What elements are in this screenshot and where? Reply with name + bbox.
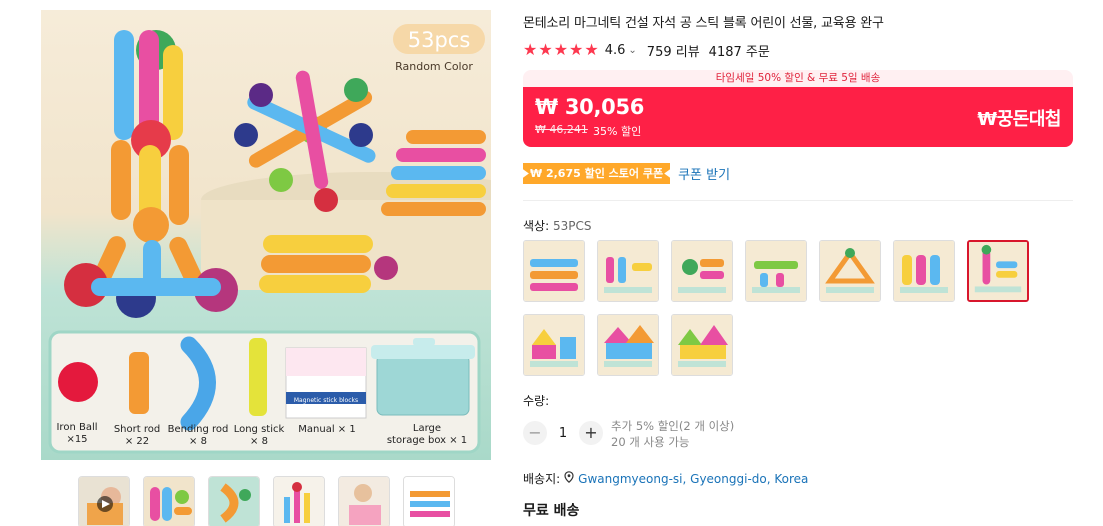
store-coupon-badge: ₩ 2,675 할인 스토어 쿠폰 <box>523 163 671 184</box>
event-logo: ₩꿍돈대첩 <box>977 109 1061 130</box>
stock-available-text: 20 개 사용 가능 <box>611 435 690 449</box>
main-product-image[interactable]: 53pcs Random Color Magnetic stick blocks… <box>41 10 491 460</box>
get-coupon-link[interactable]: 쿠폰 받기 <box>678 164 730 183</box>
product-title: 몬테소리 마그네틱 건설 자석 공 스틱 블록 어린이 선물, 교육용 완구 <box>523 16 884 31</box>
component-qty: × 8 <box>250 436 268 447</box>
color-option[interactable] <box>523 240 585 302</box>
divider <box>523 200 1073 201</box>
review-count-link[interactable]: 759 리뷰 <box>647 41 700 60</box>
star-icon: ★ <box>523 40 538 59</box>
shipping-location-link[interactable]: Gwangmyeong-si, Gyeonggi-do, Korea <box>578 472 808 486</box>
rating-row: ★ ★ ★ ★ ★ 4.6 ⌄ 759 리뷰 4187 주문 <box>523 41 770 60</box>
rating-value[interactable]: 4.6 <box>605 43 626 58</box>
rating-stars: ★ ★ ★ ★ ★ <box>523 42 599 58</box>
color-option[interactable] <box>671 314 733 376</box>
coupon-row: ₩ 2,675 할인 스토어 쿠폰 쿠폰 받기 <box>523 163 730 184</box>
free-shipping-title: 무료 배송 <box>523 503 580 519</box>
shipping-row: 배송지: Gwangmyeong-si, Gyeonggi-do, Korea <box>523 470 808 487</box>
component-label: Bending rod <box>168 424 229 435</box>
quantity-stepper: − 1 + <box>523 421 603 445</box>
increase-quantity-button[interactable]: + <box>579 421 603 445</box>
star-icon: ★ <box>569 40 584 59</box>
component-qty: storage box × 1 <box>387 435 467 446</box>
pcs-badge-text: 53pcs <box>408 28 471 52</box>
manual-title-text: Magnetic stick blocks <box>294 397 358 404</box>
component-label: Iron Ball <box>56 422 97 433</box>
color-option[interactable] <box>819 240 881 302</box>
quantity-value[interactable]: 1 <box>547 426 579 441</box>
decrease-quantity-button[interactable]: − <box>523 421 547 445</box>
component-label: Manual × 1 <box>298 424 355 435</box>
bulk-discount-text: 추가 5% 할인(2 개 이상) <box>611 419 735 433</box>
order-count: 4187 주문 <box>708 44 770 60</box>
color-label: 색상: 53PCS <box>523 217 591 234</box>
star-icon: ★ <box>584 40 599 59</box>
star-icon: ★ <box>553 40 569 59</box>
color-selected-value: 53PCS <box>552 219 592 233</box>
random-color-text: Random Color <box>395 60 473 73</box>
quantity-label: 수량: <box>523 394 550 408</box>
thumbnail[interactable] <box>403 476 455 526</box>
component-qty: × 22 <box>125 436 149 447</box>
color-swatches <box>523 240 1043 376</box>
component-label: Long stick <box>234 424 285 435</box>
component-label: Short rod <box>114 424 160 435</box>
discount-percent: 35% 할인 <box>593 125 642 138</box>
component-qty: × 8 <box>189 436 207 447</box>
color-option[interactable] <box>671 240 733 302</box>
thumbnail[interactable] <box>338 476 390 526</box>
color-option[interactable] <box>745 240 807 302</box>
color-label-text: 색상: <box>523 219 553 233</box>
original-price: ₩ 46,241 <box>535 123 588 136</box>
location-pin-icon <box>564 471 574 486</box>
price-box: ₩ 30,056 ₩ 46,241 35% 할인 ₩꿍돈대첩 <box>523 87 1073 147</box>
thumbnail-strip <box>78 476 455 526</box>
thumbnail[interactable] <box>208 476 260 526</box>
color-option[interactable] <box>523 314 585 376</box>
thumbnail-video[interactable] <box>78 476 130 526</box>
color-option-selected[interactable] <box>967 240 1029 302</box>
thumbnail[interactable] <box>143 476 195 526</box>
shipping-label: 배송지: <box>523 472 561 486</box>
quantity-info: 추가 5% 할인(2 개 이상) 20 개 사용 가능 <box>611 418 734 450</box>
product-photo-toys: 53pcs Random Color Magnetic stick blocks… <box>48 24 491 454</box>
color-option[interactable] <box>597 240 659 302</box>
component-label: Large <box>413 423 441 434</box>
promo-banner: 타임세일 50% 할인 & 무료 5일 배송 <box>523 70 1073 87</box>
chevron-down-icon[interactable]: ⌄ <box>628 45 636 56</box>
color-option[interactable] <box>893 240 955 302</box>
current-price: ₩ 30,056 <box>535 95 645 119</box>
star-icon: ★ <box>538 40 553 59</box>
color-option[interactable] <box>597 314 659 376</box>
component-qty: ×15 <box>66 434 87 445</box>
thumbnail[interactable] <box>273 476 325 526</box>
